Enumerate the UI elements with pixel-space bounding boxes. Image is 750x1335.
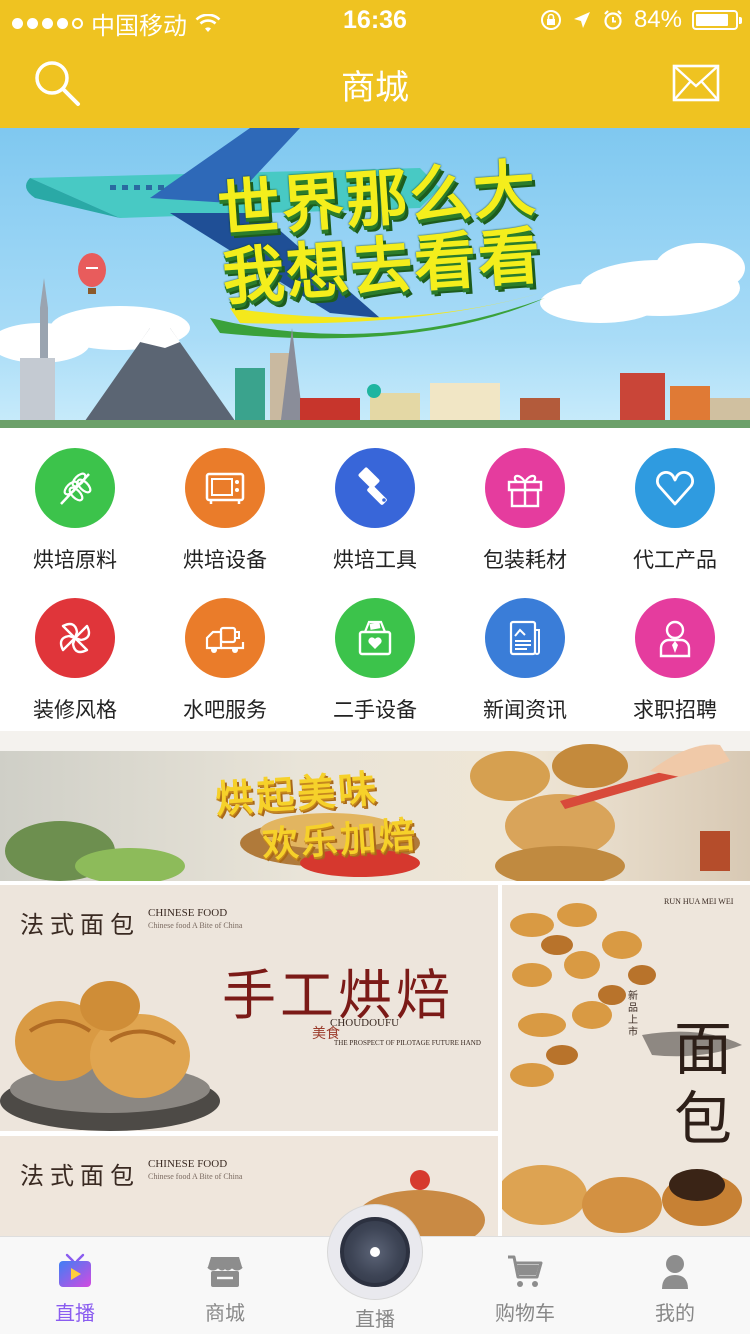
wheat-icon bbox=[60, 472, 92, 505]
hero-banner[interactable]: 世界那么大 我想去看看 bbox=[0, 128, 750, 428]
camera-icon bbox=[340, 1217, 410, 1287]
tile-logo: CHOUDOUFU bbox=[330, 1017, 400, 1029]
category-news[interactable]: 新闻资讯 bbox=[450, 598, 600, 748]
mail-icon bbox=[672, 64, 720, 102]
tab-label: 我的 bbox=[655, 1303, 695, 1325]
top-bar: 中国移动 16:36 84% 商城 bbox=[0, 0, 750, 128]
store-icon bbox=[207, 1257, 243, 1287]
location-icon bbox=[573, 12, 590, 28]
category-jobs[interactable]: 求职招聘 bbox=[600, 598, 750, 748]
message-button[interactable] bbox=[672, 62, 720, 106]
category-icon-bg bbox=[185, 598, 265, 678]
status-bar: 中国移动 16:36 84% bbox=[0, 0, 750, 40]
tile-subtitle-small: Chinese food A Bite of China bbox=[148, 1172, 243, 1181]
gift-icon bbox=[507, 474, 543, 508]
live-camera-button[interactable] bbox=[327, 1204, 423, 1300]
category-grid: 烘培原料 烘培设备 烘培工具 包装耗材 代工产品 装修风格 水吧服务 二手设备 … bbox=[0, 428, 750, 731]
alarm-icon bbox=[604, 10, 622, 30]
tab-label: 购物车 bbox=[495, 1303, 555, 1325]
product-tile-bread-poster[interactable]: RUN HUA MEI WEI 新品上市 面包 bbox=[502, 885, 750, 1236]
category-icon-bg bbox=[185, 448, 265, 528]
category-icon-bg bbox=[35, 598, 115, 678]
category-label: 包装耗材 bbox=[483, 549, 567, 572]
heart-icon bbox=[656, 471, 694, 506]
category-packaging[interactable]: 包装耗材 bbox=[450, 448, 600, 598]
category-second-hand[interactable]: 二手设备 bbox=[300, 598, 450, 748]
category-baking-tools[interactable]: 烘培工具 bbox=[300, 448, 450, 598]
category-icon-bg bbox=[335, 598, 415, 678]
tab-label: 直播 bbox=[355, 1309, 395, 1331]
tab-profile[interactable]: 我的 bbox=[600, 1237, 750, 1335]
product-tile-handmade-baking[interactable]: 法式面包 CHINESE FOOD Chinese food A Bite of… bbox=[0, 885, 498, 1131]
carousel-indicator[interactable] bbox=[367, 384, 381, 398]
croissant-image bbox=[0, 981, 220, 1131]
category-icon-bg bbox=[485, 448, 565, 528]
person-icon bbox=[659, 620, 691, 658]
category-label: 烘培设备 bbox=[183, 549, 267, 572]
tile-subtitle: CHINESE FOOD bbox=[148, 1158, 228, 1170]
hero-headline: 世界那么大 我想去看看 bbox=[186, 153, 575, 315]
category-label: 烘培原料 bbox=[33, 549, 117, 572]
tile-brand: 法式面包 bbox=[20, 913, 140, 939]
page-title: 商城 bbox=[341, 69, 409, 107]
category-icon-bg bbox=[635, 448, 715, 528]
category-icon-bg bbox=[635, 598, 715, 678]
category-water-bar[interactable]: 水吧服务 bbox=[150, 598, 300, 748]
tile-subtitle-small: Chinese food A Bite of China bbox=[148, 921, 243, 930]
bakery-banner[interactable]: 烘起美味 欢乐加焙 bbox=[0, 731, 750, 881]
category-label: 水吧服务 bbox=[183, 699, 267, 722]
category-label: 新闻资讯 bbox=[483, 699, 567, 722]
tab-label: 直播 bbox=[55, 1303, 95, 1325]
category-label: 装修风格 bbox=[33, 699, 117, 722]
rotation-lock-icon bbox=[540, 10, 561, 30]
cart-icon bbox=[508, 1255, 543, 1287]
bakery-slogan-line2: 欢乐加焙 bbox=[260, 813, 420, 866]
tile-brand: 法式面包 bbox=[20, 1164, 140, 1190]
category-icon-bg bbox=[485, 598, 565, 678]
tile-caption: THE PROSPECT OF PILOTAGE FUTURE HAND bbox=[334, 1039, 481, 1047]
category-icon-bg bbox=[35, 448, 115, 528]
user-icon bbox=[662, 1255, 688, 1289]
basket-icon bbox=[358, 620, 392, 656]
tv-icon bbox=[59, 1253, 91, 1287]
category-label: 代工产品 bbox=[633, 549, 717, 572]
tile-subtitle: CHINESE FOOD bbox=[148, 907, 228, 919]
oven-icon bbox=[205, 472, 245, 504]
category-label: 求职招聘 bbox=[633, 699, 717, 722]
tile-top-text: RUN HUA MEI WEI bbox=[664, 897, 734, 906]
tab-label: 商城 bbox=[205, 1303, 245, 1325]
product-tile-french-bread[interactable]: 法式面包 CHINESE FOOD Chinese food A Bite of… bbox=[0, 1136, 498, 1236]
tile-stamp: 新品上市 bbox=[628, 991, 638, 1038]
category-label: 烘培工具 bbox=[333, 549, 417, 572]
category-baking-ingredients[interactable]: 烘培原料 bbox=[0, 448, 150, 598]
truck-icon bbox=[205, 626, 245, 653]
tab-live[interactable]: 直播 bbox=[0, 1237, 150, 1335]
tool-icon bbox=[358, 467, 387, 505]
tab-cart[interactable]: 购物车 bbox=[450, 1237, 600, 1335]
category-label: 二手设备 bbox=[333, 699, 417, 722]
tab-mall[interactable]: 商城 bbox=[150, 1237, 300, 1335]
category-decoration-style[interactable]: 装修风格 bbox=[0, 598, 150, 748]
news-icon bbox=[509, 620, 540, 656]
tile-headline: 面包 bbox=[674, 1017, 733, 1152]
category-oem-products[interactable]: 代工产品 bbox=[600, 448, 750, 598]
pinwheel-icon bbox=[59, 622, 91, 654]
category-icon-bg bbox=[335, 448, 415, 528]
battery-percent: 84% bbox=[633, 6, 682, 33]
battery-icon bbox=[692, 10, 742, 30]
category-baking-equipment[interactable]: 烘培设备 bbox=[150, 448, 300, 598]
